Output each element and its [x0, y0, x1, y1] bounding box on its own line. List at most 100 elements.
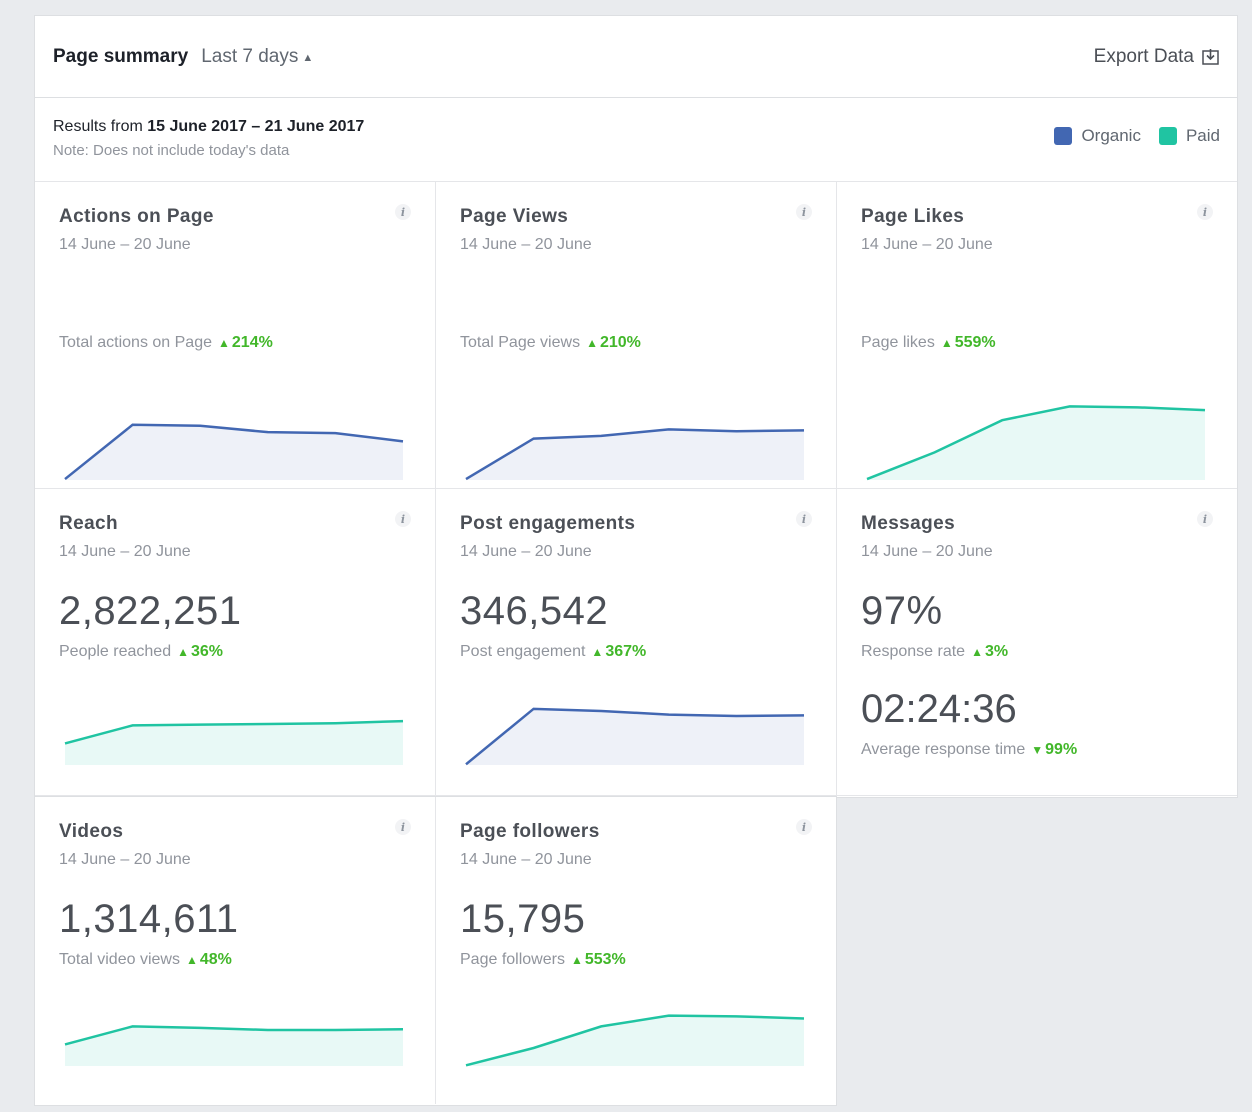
card-metric: Page followers ▲ 553% [460, 951, 812, 969]
change-value: 210% [599, 334, 641, 351]
sparkline-chart [465, 1014, 805, 1067]
sparkline-chart [465, 428, 805, 481]
sparkline-chart [465, 707, 805, 766]
card-date: 14 June – 20 June [59, 851, 191, 868]
metric-label: Page likes [861, 334, 935, 351]
chart-legend: Organic Paid [1054, 126, 1220, 146]
change-up: ▲ 3% [971, 643, 1008, 661]
card-page-views[interactable]: Page Views 14 June – 20 June i Total Pag… [436, 182, 837, 489]
card-metric: Total video views ▲ 48% [59, 951, 411, 969]
card-value: 346,542 [460, 589, 609, 633]
change-value: 3% [984, 643, 1009, 660]
card-messages[interactable]: Messages 14 June – 20 June i 97% Respons… [837, 489, 1237, 796]
card-metric: Total Page views ▲ 210% [460, 334, 812, 352]
card-date: 14 June – 20 June [460, 543, 592, 560]
export-data-button[interactable]: Export Data [1094, 46, 1219, 68]
legend-organic: Organic [1054, 126, 1141, 146]
metric-label: Average response time [861, 741, 1026, 758]
sparkline-area [65, 1026, 403, 1066]
card-title: Messages [861, 513, 956, 534]
card-page-followers[interactable]: Page followers 14 June – 20 June i 15,79… [436, 797, 836, 1104]
info-icon[interactable]: i [395, 204, 411, 220]
card-value: 2,822,251 [59, 589, 242, 633]
card-metric: People reached ▲ 36% [59, 643, 411, 661]
legend-paid-label: Paid [1185, 126, 1220, 145]
change-value: 214% [231, 334, 273, 351]
sparkline-chart [64, 719, 404, 765]
change-value: 367% [605, 643, 647, 660]
up-arrow-icon: ▲ [591, 645, 604, 659]
card-date: 14 June – 20 June [59, 236, 191, 253]
sparkline-area [466, 429, 804, 480]
change-up: ▲ 367% [591, 643, 646, 661]
metric-label: Page followers [460, 951, 565, 968]
card-value-secondary: 02:24:36 [861, 687, 1017, 731]
info-icon[interactable]: i [796, 511, 812, 527]
change-value: 99% [1045, 741, 1078, 758]
metric-label: Response rate [861, 643, 966, 660]
info-icon[interactable]: i [1197, 204, 1213, 220]
change-up: ▲ 553% [571, 951, 626, 969]
sparkline-chart [64, 423, 404, 481]
sort-arrows-icon: ▲︎ [302, 51, 314, 64]
up-arrow-icon: ▲ [940, 336, 953, 350]
card-date: 14 June – 20 June [460, 236, 592, 253]
card-title: Page Likes [861, 206, 965, 227]
info-icon[interactable]: i [796, 204, 812, 220]
card-reach[interactable]: Reach 14 June – 20 June i 2,822,251 Peop… [35, 489, 436, 796]
legend-organic-label: Organic [1081, 126, 1141, 145]
up-arrow-icon: ▲ [971, 645, 983, 659]
card-title: Post engagements [460, 513, 636, 534]
results-prefix: Results from [53, 118, 143, 135]
info-icon[interactable]: i [1197, 511, 1213, 527]
card-videos[interactable]: Videos 14 June – 20 June i 1,314,611 Tot… [35, 797, 436, 1104]
card-post-engagements[interactable]: Post engagements 14 June – 20 June i 346… [436, 489, 837, 796]
metric-label: Total actions on Page [59, 334, 212, 351]
period-label: Last 7 days [201, 45, 299, 67]
download-icon [1202, 49, 1219, 65]
card-value: 1,314,611 [59, 897, 239, 941]
card-value: 97% [861, 589, 943, 633]
info-icon[interactable]: i [395, 511, 411, 527]
period-selector[interactable]: Last 7 days ▲︎ [201, 46, 313, 68]
metric-label: Total video views [59, 951, 180, 968]
sparkline-area [65, 424, 403, 480]
card-title: Page followers [460, 821, 600, 842]
card-title: Videos [59, 821, 124, 842]
sparkline-area [466, 1015, 804, 1066]
card-page-likes[interactable]: Page Likes 14 June – 20 June i Page like… [837, 182, 1237, 489]
card-metric: Post engagement ▲ 367% [460, 643, 812, 661]
results-note: Note: Does not include today's data [53, 142, 290, 159]
change-value: 36% [190, 643, 224, 660]
change-value: 559% [954, 334, 996, 351]
info-icon[interactable]: i [395, 819, 411, 835]
sparkline-chart [64, 1025, 404, 1066]
change-value: 553% [584, 951, 626, 968]
change-value: 48% [199, 951, 232, 968]
down-arrow-icon: ▼ [1031, 743, 1044, 757]
info-icon[interactable]: i [796, 819, 812, 835]
change-up: ▲ 559% [941, 334, 996, 352]
sparkline-area [867, 406, 1205, 480]
card-actions-on-page[interactable]: Actions on Page 14 June – 20 June i Tota… [35, 182, 436, 489]
card-title: Page Views [460, 206, 569, 227]
metric-label: Post engagement [460, 643, 586, 660]
card-metric-secondary: Average response time ▼ 99% [861, 741, 1213, 759]
card-date: 14 June – 20 June [59, 543, 191, 560]
change-up: ▲ 214% [218, 334, 273, 352]
metric-label: Total Page views [460, 334, 581, 351]
up-arrow-icon: ▲ [218, 336, 230, 350]
change-up: ▲ 36% [177, 643, 223, 661]
export-data-label: Export Data [1093, 45, 1194, 67]
summary-header: Page summary Last 7 days ▲︎ Export Data [35, 16, 1237, 98]
change-up: ▲ 210% [586, 334, 641, 352]
up-arrow-icon: ▲ [177, 645, 189, 659]
results-range: Results from 15 June 2017 – 21 June 2017 [53, 118, 1219, 136]
up-arrow-icon: ▲ [185, 953, 198, 967]
results-subheader: Results from 15 June 2017 – 21 June 2017… [35, 98, 1237, 182]
card-metric: Page likes ▲ 559% [861, 334, 1213, 352]
change-up: ▲ 48% [186, 951, 232, 969]
metric-label: People reached [59, 643, 172, 660]
sparkline-area [466, 708, 804, 765]
change-down: ▼ 99% [1031, 741, 1077, 759]
